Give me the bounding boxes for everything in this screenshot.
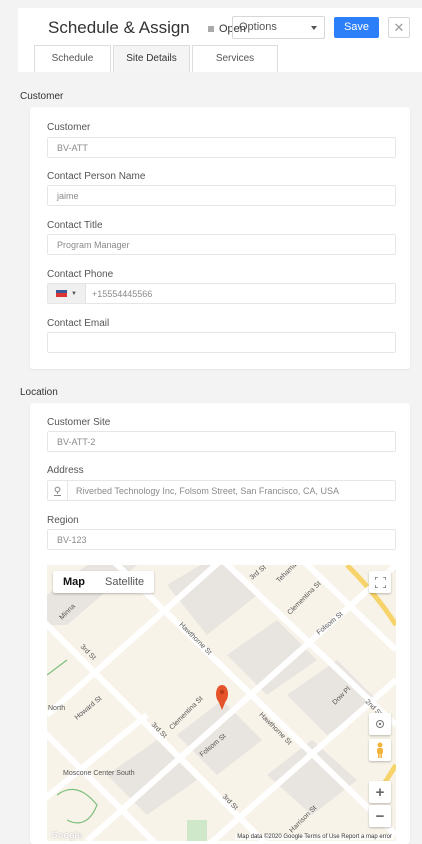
contact-phone-field[interactable]: ▼ +15554445566 — [47, 283, 396, 304]
customer-site-field[interactable]: BV-ATT-2 — [47, 431, 396, 452]
close-icon: ✕ — [393, 20, 405, 35]
map-attribution[interactable]: Map data ©2020 Google Terms of Use Repor… — [235, 834, 394, 840]
map[interactable]: 3rd St Minna Tehama Clementina St Folsom… — [47, 565, 396, 841]
map-type-map-button[interactable]: Map — [53, 571, 95, 593]
google-logo: Google — [51, 830, 82, 840]
customer-field[interactable]: BV-ATT — [47, 137, 396, 158]
contact-phone-label: Contact Phone — [47, 269, 114, 280]
close-button[interactable]: ✕ — [388, 17, 410, 38]
address-field[interactable]: Riverbed Technology Inc, Folsom Street, … — [47, 480, 396, 501]
customer-panel: Customer BV-ATT Contact Person Name jaim… — [30, 107, 410, 369]
location-panel: Customer Site BV-ATT-2 Address Riverbed … — [30, 403, 410, 844]
region-label: Region — [47, 515, 79, 526]
map-type-satellite-button[interactable]: Satellite — [95, 571, 154, 593]
contact-email-label: Contact Email — [47, 318, 110, 329]
options-select[interactable]: Options — [232, 16, 325, 39]
tab-site-details[interactable]: Site Details — [113, 45, 190, 72]
tab-bar: Schedule Site Details Services — [34, 45, 280, 72]
customer-site-label: Customer Site — [47, 417, 111, 428]
contact-title-label: Contact Title — [47, 220, 103, 231]
us-flag-icon — [56, 290, 68, 297]
tab-schedule[interactable]: Schedule — [34, 45, 111, 72]
address-value: Riverbed Technology Inc, Folsom Street, … — [76, 486, 339, 496]
contact-phone-value: +15554445566 — [92, 289, 153, 299]
map-type-toggle: Map Satellite — [53, 571, 155, 593]
crosshair-icon — [376, 720, 384, 728]
contact-name-field[interactable]: jaime — [47, 185, 396, 206]
region-field[interactable]: BV-123 — [47, 529, 396, 550]
fullscreen-icon — [374, 576, 386, 588]
map-label: Moscone Center South — [63, 770, 135, 777]
zoom-in-button[interactable]: + — [369, 781, 391, 803]
page-title: Schedule & Assign — [48, 18, 190, 37]
fullscreen-button[interactable] — [369, 571, 391, 593]
location-pin-icon — [48, 481, 68, 500]
contact-email-field[interactable] — [47, 332, 396, 353]
save-button[interactable]: Save — [334, 17, 379, 38]
customer-label: Customer — [47, 122, 91, 133]
location-section-title: Location — [20, 387, 58, 398]
pegman-icon — [377, 742, 383, 758]
zoom-out-button[interactable]: − — [369, 805, 391, 827]
tab-services[interactable]: Services — [192, 45, 278, 72]
contact-name-label: Contact Person Name — [47, 171, 146, 182]
street-view-pegman[interactable] — [369, 739, 391, 761]
my-location-button[interactable] — [369, 713, 391, 735]
plus-icon: + — [375, 783, 385, 801]
chevron-down-icon — [311, 26, 317, 30]
country-code-select[interactable]: ▼ — [48, 284, 86, 303]
map-label: North — [48, 705, 65, 712]
status-dot-icon — [208, 26, 214, 32]
options-select-value: Options — [239, 21, 277, 33]
map-canvas[interactable]: 3rd St Minna Tehama Clementina St Folsom… — [47, 565, 396, 841]
contact-title-field[interactable]: Program Manager — [47, 234, 396, 255]
customer-section-title: Customer — [20, 91, 64, 102]
minus-icon: − — [375, 807, 385, 825]
chevron-down-icon: ▼ — [71, 290, 77, 297]
address-label: Address — [47, 465, 84, 476]
header: Schedule & Assign Open Options Save ✕ Sc… — [18, 8, 422, 72]
